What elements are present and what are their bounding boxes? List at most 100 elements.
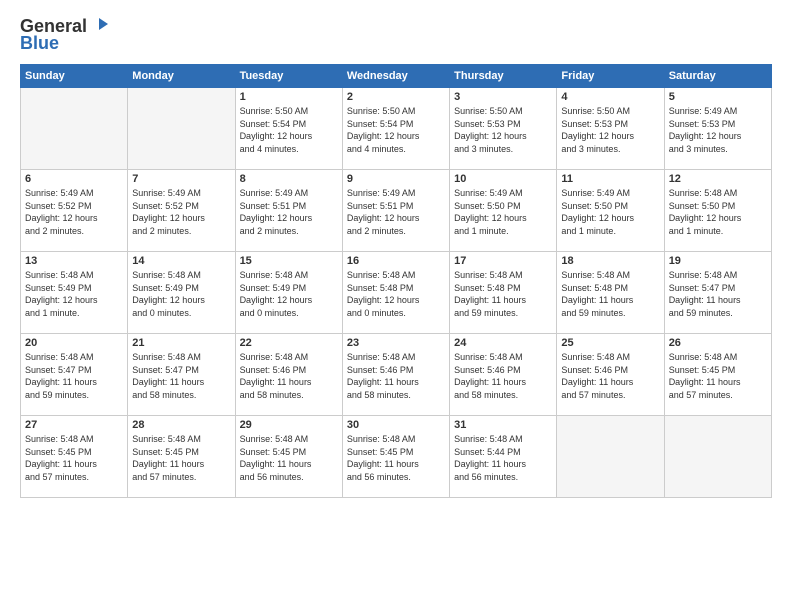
day-cell-16: 16 Sunrise: 5:48 AM Sunset: 5:48 PM Dayli… bbox=[342, 252, 449, 334]
day-number: 25 bbox=[561, 337, 659, 349]
logo-blue: Blue bbox=[20, 33, 59, 54]
calendar-table: SundayMondayTuesdayWednesdayThursdayFrid… bbox=[20, 64, 772, 498]
day-number: 14 bbox=[132, 255, 230, 267]
day-cell-8: 8 Sunrise: 5:49 AM Sunset: 5:51 PM Daylig… bbox=[235, 170, 342, 252]
day-number: 19 bbox=[669, 255, 767, 267]
week-row-1: 1 Sunrise: 5:50 AM Sunset: 5:54 PM Daylig… bbox=[21, 88, 772, 170]
day-info: Sunrise: 5:48 AM Sunset: 5:45 PM Dayligh… bbox=[669, 351, 767, 401]
day-cell-17: 17 Sunrise: 5:48 AM Sunset: 5:48 PM Dayli… bbox=[450, 252, 557, 334]
day-number: 30 bbox=[347, 419, 445, 431]
week-row-5: 27 Sunrise: 5:48 AM Sunset: 5:45 PM Dayli… bbox=[21, 416, 772, 498]
day-number: 1 bbox=[240, 91, 338, 103]
day-info: Sunrise: 5:48 AM Sunset: 5:49 PM Dayligh… bbox=[240, 269, 338, 319]
day-cell-30: 30 Sunrise: 5:48 AM Sunset: 5:45 PM Dayli… bbox=[342, 416, 449, 498]
day-info: Sunrise: 5:50 AM Sunset: 5:54 PM Dayligh… bbox=[240, 105, 338, 155]
day-info: Sunrise: 5:49 AM Sunset: 5:50 PM Dayligh… bbox=[454, 187, 552, 237]
day-cell-28: 28 Sunrise: 5:48 AM Sunset: 5:45 PM Dayli… bbox=[128, 416, 235, 498]
header: General Blue bbox=[20, 16, 772, 54]
day-info: Sunrise: 5:48 AM Sunset: 5:46 PM Dayligh… bbox=[561, 351, 659, 401]
day-cell-6: 6 Sunrise: 5:49 AM Sunset: 5:52 PM Daylig… bbox=[21, 170, 128, 252]
day-number: 17 bbox=[454, 255, 552, 267]
day-info: Sunrise: 5:49 AM Sunset: 5:53 PM Dayligh… bbox=[669, 105, 767, 155]
day-number: 13 bbox=[25, 255, 123, 267]
day-cell-31: 31 Sunrise: 5:48 AM Sunset: 5:44 PM Dayli… bbox=[450, 416, 557, 498]
day-number: 16 bbox=[347, 255, 445, 267]
day-info: Sunrise: 5:48 AM Sunset: 5:48 PM Dayligh… bbox=[454, 269, 552, 319]
weekday-monday: Monday bbox=[128, 65, 235, 88]
day-info: Sunrise: 5:49 AM Sunset: 5:51 PM Dayligh… bbox=[240, 187, 338, 237]
week-row-3: 13 Sunrise: 5:48 AM Sunset: 5:49 PM Dayli… bbox=[21, 252, 772, 334]
day-cell-11: 11 Sunrise: 5:49 AM Sunset: 5:50 PM Dayli… bbox=[557, 170, 664, 252]
empty-cell bbox=[664, 416, 771, 498]
day-cell-1: 1 Sunrise: 5:50 AM Sunset: 5:54 PM Daylig… bbox=[235, 88, 342, 170]
day-info: Sunrise: 5:50 AM Sunset: 5:54 PM Dayligh… bbox=[347, 105, 445, 155]
day-number: 2 bbox=[347, 91, 445, 103]
day-cell-27: 27Sunrise: 5:48 AM Sunset: 5:45 PM Dayli… bbox=[21, 416, 128, 498]
weekday-saturday: Saturday bbox=[664, 65, 771, 88]
day-info: Sunrise: 5:48 AM Sunset: 5:47 PM Dayligh… bbox=[25, 351, 123, 401]
day-info: Sunrise: 5:48 AM Sunset: 5:45 PM Dayligh… bbox=[240, 433, 338, 483]
day-cell-12: 12Sunrise: 5:48 AM Sunset: 5:50 PM Dayli… bbox=[664, 170, 771, 252]
day-cell-15: 15 Sunrise: 5:48 AM Sunset: 5:49 PM Dayli… bbox=[235, 252, 342, 334]
day-cell-26: 26 Sunrise: 5:48 AM Sunset: 5:45 PM Dayli… bbox=[664, 334, 771, 416]
day-cell-19: 19 Sunrise: 5:48 AM Sunset: 5:47 PM Dayli… bbox=[664, 252, 771, 334]
day-info: Sunrise: 5:48 AM Sunset: 5:45 PM Dayligh… bbox=[347, 433, 445, 483]
logo: General Blue bbox=[20, 16, 108, 54]
day-number: 28 bbox=[132, 419, 230, 431]
day-number: 10 bbox=[454, 173, 552, 185]
day-cell-10: 10 Sunrise: 5:49 AM Sunset: 5:50 PM Dayli… bbox=[450, 170, 557, 252]
page: General Blue SundayMondayTuesdayWednesda… bbox=[0, 0, 792, 612]
day-cell-21: 21 Sunrise: 5:48 AM Sunset: 5:47 PM Dayli… bbox=[128, 334, 235, 416]
day-cell-22: 22Sunrise: 5:48 AM Sunset: 5:46 PM Dayli… bbox=[235, 334, 342, 416]
week-row-2: 6 Sunrise: 5:49 AM Sunset: 5:52 PM Daylig… bbox=[21, 170, 772, 252]
empty-cell bbox=[21, 88, 128, 170]
day-number: 26 bbox=[669, 337, 767, 349]
day-cell-13: 13 Sunrise: 5:48 AM Sunset: 5:49 PM Dayli… bbox=[21, 252, 128, 334]
week-row-4: 20 Sunrise: 5:48 AM Sunset: 5:47 PM Dayli… bbox=[21, 334, 772, 416]
day-info: Sunrise: 5:49 AM Sunset: 5:52 PM Dayligh… bbox=[25, 187, 123, 237]
day-cell-24: 24 Sunrise: 5:48 AM Sunset: 5:46 PM Dayli… bbox=[450, 334, 557, 416]
day-number: 7 bbox=[132, 173, 230, 185]
day-info: Sunrise: 5:49 AM Sunset: 5:50 PM Dayligh… bbox=[561, 187, 659, 237]
weekday-tuesday: Tuesday bbox=[235, 65, 342, 88]
day-number: 6 bbox=[25, 173, 123, 185]
day-info: Sunrise: 5:48 AM Sunset: 5:48 PM Dayligh… bbox=[347, 269, 445, 319]
day-info: Sunrise: 5:50 AM Sunset: 5:53 PM Dayligh… bbox=[454, 105, 552, 155]
day-info: Sunrise: 5:48 AM Sunset: 5:49 PM Dayligh… bbox=[25, 269, 123, 319]
empty-cell bbox=[557, 416, 664, 498]
day-cell-23: 23Sunrise: 5:48 AM Sunset: 5:46 PM Dayli… bbox=[342, 334, 449, 416]
day-number: 21 bbox=[132, 337, 230, 349]
day-number: 31 bbox=[454, 419, 552, 431]
day-info: Sunrise: 5:48 AM Sunset: 5:49 PM Dayligh… bbox=[132, 269, 230, 319]
day-number: 15 bbox=[240, 255, 338, 267]
weekday-sunday: Sunday bbox=[21, 65, 128, 88]
weekday-friday: Friday bbox=[557, 65, 664, 88]
day-number: 8 bbox=[240, 173, 338, 185]
day-info: Sunrise: 5:48 AM Sunset: 5:47 PM Dayligh… bbox=[669, 269, 767, 319]
day-number: 27 bbox=[25, 419, 123, 431]
weekday-thursday: Thursday bbox=[450, 65, 557, 88]
day-number: 3 bbox=[454, 91, 552, 103]
day-cell-20: 20 Sunrise: 5:48 AM Sunset: 5:47 PM Dayli… bbox=[21, 334, 128, 416]
day-number: 29 bbox=[240, 419, 338, 431]
day-info: Sunrise: 5:48 AM Sunset: 5:47 PM Dayligh… bbox=[132, 351, 230, 401]
day-number: 24 bbox=[454, 337, 552, 349]
day-info: Sunrise: 5:48 AM Sunset: 5:45 PM Dayligh… bbox=[132, 433, 230, 483]
day-cell-14: 14 Sunrise: 5:48 AM Sunset: 5:49 PM Dayli… bbox=[128, 252, 235, 334]
day-cell-5: 5 Sunrise: 5:49 AM Sunset: 5:53 PM Daylig… bbox=[664, 88, 771, 170]
day-number: 5 bbox=[669, 91, 767, 103]
day-info: Sunrise: 5:48 AM Sunset: 5:46 PM Dayligh… bbox=[454, 351, 552, 401]
day-info: Sunrise: 5:48 AM Sunset: 5:44 PM Dayligh… bbox=[454, 433, 552, 483]
day-number: 18 bbox=[561, 255, 659, 267]
day-info: Sunrise: 5:50 AM Sunset: 5:53 PM Dayligh… bbox=[561, 105, 659, 155]
day-number: 23 bbox=[347, 337, 445, 349]
day-number: 20 bbox=[25, 337, 123, 349]
day-cell-4: 4Sunrise: 5:50 AM Sunset: 5:53 PM Daylig… bbox=[557, 88, 664, 170]
empty-cell bbox=[128, 88, 235, 170]
day-number: 11 bbox=[561, 173, 659, 185]
day-cell-29: 29 Sunrise: 5:48 AM Sunset: 5:45 PM Dayli… bbox=[235, 416, 342, 498]
day-cell-25: 25 Sunrise: 5:48 AM Sunset: 5:46 PM Dayli… bbox=[557, 334, 664, 416]
logo-flag-icon bbox=[90, 16, 108, 34]
day-info: Sunrise: 5:49 AM Sunset: 5:51 PM Dayligh… bbox=[347, 187, 445, 237]
day-info: Sunrise: 5:48 AM Sunset: 5:48 PM Dayligh… bbox=[561, 269, 659, 319]
